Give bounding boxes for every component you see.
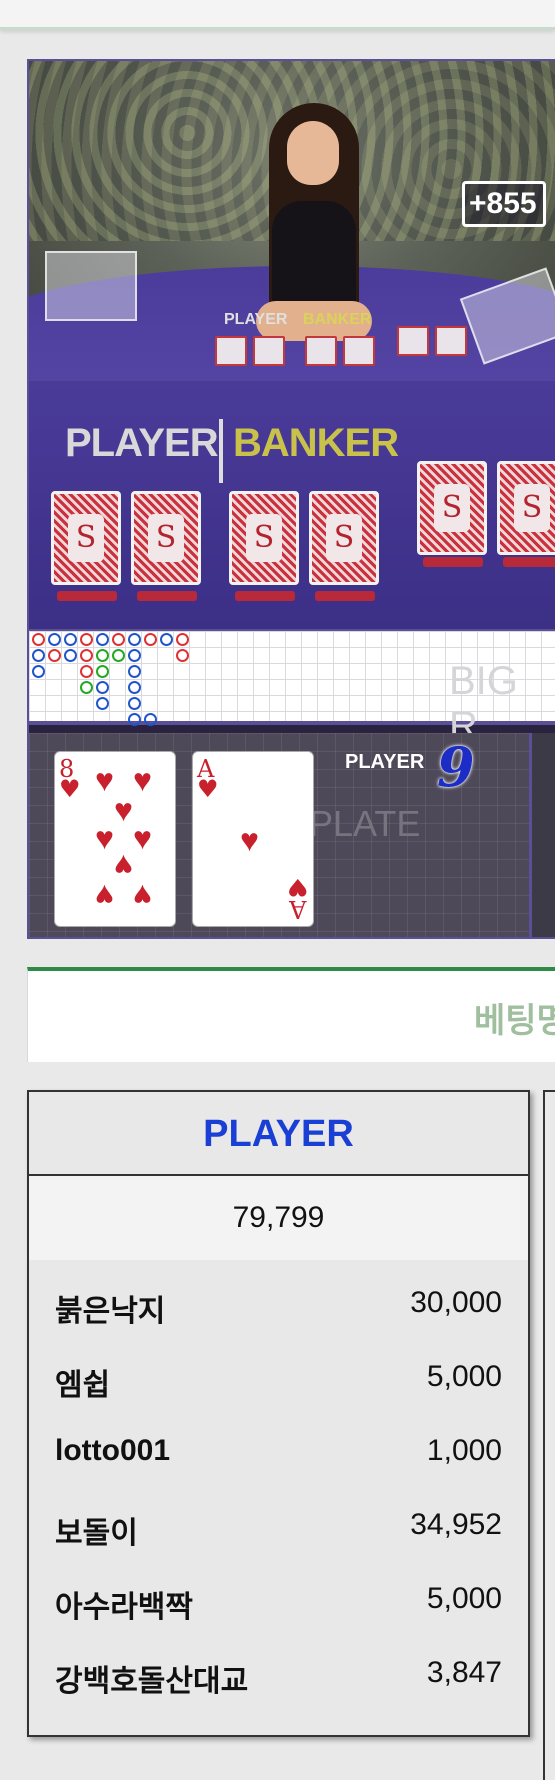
result-player-score: 9 [437, 735, 475, 799]
bet-row: 보돌이 34,952 [29, 1488, 528, 1562]
bet-amount: 1,000 [426, 1434, 502, 1467]
bead-road-marker [80, 681, 93, 694]
dealt-card [305, 336, 337, 366]
bead-road: BIG R [29, 629, 555, 748]
bead-road-marker [32, 633, 45, 646]
card-back: S [229, 491, 299, 585]
bead-road-marker [128, 649, 141, 662]
card-back: S [51, 491, 121, 585]
bead-road-marker [160, 633, 173, 646]
top-bar [0, 0, 555, 30]
bettor-name: 아수라백짝 [55, 1591, 193, 1624]
bead-road-marker [144, 713, 157, 726]
small-banker-label: BANKER [303, 311, 372, 328]
bead-road-marker [128, 697, 141, 710]
bead-road-marker [32, 665, 45, 678]
bead-road-marker [48, 649, 61, 662]
bead-road-marker [176, 633, 189, 646]
player-card-1: 8 ♥ ♥ ♥ ♥ ♥ ♥ ♥ ♥ ♥ [54, 751, 176, 927]
plate-label: PLATE [309, 803, 421, 844]
felt-player-label: PLAYER [65, 421, 219, 465]
panel-title: PLAYER [29, 1092, 528, 1176]
table-number-tag: +855 [462, 181, 546, 227]
bead-road-marker [64, 633, 77, 646]
bead-road-marker [80, 649, 93, 662]
bead-road-marker [112, 649, 125, 662]
player-bet-panel: PLAYER 79,799 붉은낙지 30,000 엠쉽 5,000 lotto… [27, 1090, 530, 1737]
result-player-label: PLAYER [345, 751, 425, 773]
bet-amount: 3,847 [426, 1656, 502, 1689]
player-card-2: A ♥ ♥ A ♥ [192, 751, 314, 927]
dealt-card [397, 326, 429, 356]
bead-road-marker [96, 633, 109, 646]
bet-amount: 34,952 [410, 1508, 502, 1541]
bead-road-marker [32, 649, 45, 662]
bettor-name: 보돌이 [55, 1517, 138, 1550]
bettor-name: 강백호돌산대교 [55, 1665, 249, 1698]
betting-status-box: 베팅명 [27, 967, 555, 1062]
live-video-stream[interactable]: +855 PLAYER BANKER PLAYER BANKER S S S S… [27, 59, 555, 939]
casino-scene: +855 PLAYER BANKER [29, 61, 555, 466]
bead-road-marker [128, 681, 141, 694]
card-back: S [309, 491, 379, 585]
bead-road-marker [64, 649, 77, 662]
dealt-card [343, 336, 375, 366]
felt-banker-label: BANKER [233, 421, 399, 465]
bettor-name: 붉은낙지 [55, 1295, 166, 1328]
bet-amount: 5,000 [426, 1360, 502, 1393]
tie-panel-edge [543, 1590, 555, 1780]
bet-row: 강백호돌산대교 3,847 [29, 1636, 528, 1710]
bead-road-marker [96, 649, 109, 662]
bet-amount: 5,000 [426, 1582, 502, 1615]
betting-status-title: 베팅명 [474, 1002, 555, 1040]
bettor-name: lotto001 [55, 1434, 171, 1467]
bead-road-marker [48, 633, 61, 646]
bettor-name: 엠쉽 [55, 1369, 111, 1402]
bet-row: 엠쉽 5,000 [29, 1340, 528, 1414]
card-back: S [497, 461, 555, 555]
bead-road-marker [128, 633, 141, 646]
bead-road-marker [96, 681, 109, 694]
card-back: S [417, 461, 487, 555]
bead-road-marker [128, 713, 141, 726]
dealt-card [435, 326, 467, 356]
bet-row: lotto001 1,000 [29, 1414, 528, 1488]
small-player-label: PLAYER [224, 311, 288, 328]
bet-row: 아수라백짝 5,000 [29, 1562, 528, 1636]
bead-road-marker [128, 665, 141, 678]
panel-total: 79,799 [29, 1176, 528, 1260]
bead-road-marker [144, 633, 157, 646]
bead-road-marker [112, 633, 125, 646]
bead-road-marker [80, 633, 93, 646]
bet-amount: 30,000 [410, 1286, 502, 1319]
card-discard-tray [45, 251, 137, 321]
result-plate: PLATE 8 ♥ ♥ ♥ ♥ ♥ ♥ ♥ ♥ ♥ A ♥ ♥ A ♥ PLAYE… [29, 733, 555, 937]
bead-road-marker [96, 665, 109, 678]
card-back: S [131, 491, 201, 585]
dealt-card [253, 336, 285, 366]
bead-road-marker [176, 649, 189, 662]
bead-road-marker [80, 665, 93, 678]
bet-row: 붉은낙지 30,000 [29, 1266, 528, 1340]
banker-panel-edge [543, 1090, 555, 1590]
bead-road-marker [96, 697, 109, 710]
dealt-card [215, 336, 247, 366]
